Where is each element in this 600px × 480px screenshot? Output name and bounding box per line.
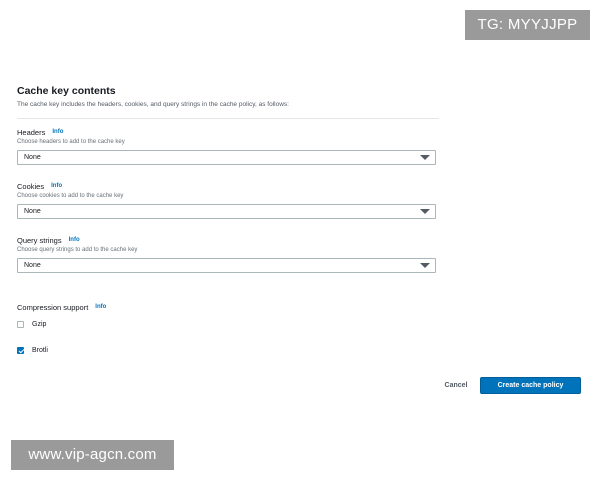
- watermark-bottom: www.vip-agcn.com: [11, 440, 174, 470]
- headers-select[interactable]: None: [17, 150, 436, 165]
- cookies-label-row: Cookies Info: [17, 181, 438, 192]
- brotli-label: Brotli: [32, 346, 48, 354]
- brotli-option[interactable]: Brotli: [17, 344, 48, 356]
- query-strings-description: Choose query strings to add to the cache…: [17, 247, 138, 253]
- caret-down-icon: [420, 263, 430, 268]
- headers-field: Headers Info Choose headers to add to th…: [17, 127, 438, 165]
- headers-label: Headers: [17, 128, 46, 137]
- cookies-select-value: None: [24, 208, 41, 215]
- query-strings-field: Query strings Info Choose query strings …: [17, 235, 438, 273]
- section-description: The cache key includes the headers, cook…: [17, 101, 289, 108]
- compression-info-link[interactable]: Info: [95, 302, 106, 313]
- brotli-checkbox[interactable]: [17, 346, 24, 354]
- query-strings-info-link[interactable]: Info: [69, 235, 80, 246]
- cookies-field: Cookies Info Choose cookies to add to th…: [17, 181, 438, 219]
- gzip-label: Gzip: [32, 320, 47, 328]
- cache-key-section-header: Cache key contents The cache key include…: [17, 84, 440, 109]
- headers-select-value: None: [24, 154, 41, 161]
- create-cache-policy-page: TG: MYYJJPP Cache key contents The cache…: [0, 0, 600, 480]
- cancel-button[interactable]: Cancel: [436, 378, 476, 393]
- watermark-top: TG: MYYJJPP: [465, 10, 590, 40]
- caret-down-icon: [420, 209, 430, 214]
- cookies-description: Choose cookies to add to the cache key: [17, 193, 124, 199]
- gzip-checkbox[interactable]: [17, 320, 24, 328]
- compression-label: Compression support: [17, 303, 89, 312]
- query-strings-select[interactable]: None: [17, 258, 436, 273]
- cookies-info-link[interactable]: Info: [51, 181, 62, 192]
- headers-description: Choose headers to add to the cache key: [17, 139, 125, 145]
- query-strings-select-value: None: [24, 262, 41, 269]
- cookies-select[interactable]: None: [17, 204, 436, 219]
- headers-info-link[interactable]: Info: [52, 127, 63, 138]
- section-divider: [17, 118, 439, 119]
- compression-support-section: Compression support Info: [17, 302, 317, 313]
- cookies-label: Cookies: [17, 182, 45, 191]
- headers-label-row: Headers Info: [17, 127, 438, 138]
- gzip-option[interactable]: Gzip: [17, 318, 46, 330]
- compression-label-row: Compression support Info: [17, 302, 317, 313]
- query-strings-label: Query strings: [17, 236, 62, 245]
- section-title: Cache key contents: [17, 85, 116, 97]
- create-cache-policy-button[interactable]: Create cache policy: [480, 377, 581, 394]
- query-strings-label-row: Query strings Info: [17, 235, 438, 246]
- caret-down-icon: [420, 155, 430, 160]
